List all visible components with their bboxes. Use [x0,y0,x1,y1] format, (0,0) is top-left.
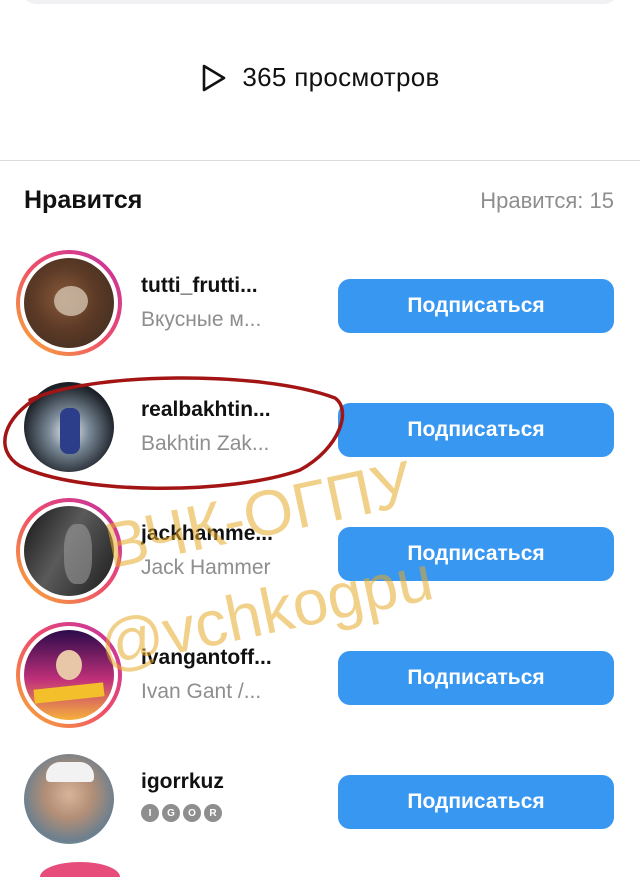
avatar[interactable] [16,250,122,356]
play-icon [200,63,228,93]
divider [0,160,640,161]
follow-button[interactable]: Подписаться [338,651,614,705]
likes-title: Нравится [24,186,143,214]
badge-letter: O [183,804,201,822]
views-row: 365 просмотров [0,62,640,93]
man-photo-icon [24,754,114,844]
avatar[interactable] [16,374,122,480]
list-item: jackhamme... Jack Hammer Подписаться [0,492,640,616]
fullname: Bakhtin Zak... [141,432,270,455]
badge-letter: G [162,804,180,822]
list-item: ivangantoff... Ivan Gant /... Подписатьс… [0,616,640,740]
fullname: Ivan Gant /... [141,680,262,703]
top-input-bar [22,0,618,4]
badge-letter: R [204,804,222,822]
list-item: tutti_frutti... Вкусные м... Подписаться [0,244,640,368]
neon-photo-icon [24,630,114,720]
name-badges: I G O R [141,804,331,822]
follow-button[interactable]: Подписаться [338,775,614,829]
likers-list: tutti_frutti... Вкусные м... Подписаться… [0,244,640,864]
avatar[interactable] [16,622,122,728]
dog-photo-icon [24,258,114,348]
username[interactable]: ivangantoff... [141,646,331,670]
fullname: Вкусные м... [141,308,262,331]
badge-letter: I [141,804,159,822]
username[interactable]: tutti_frutti... [141,274,331,298]
likes-count: Нравится: 15 [480,188,614,213]
next-avatar-peek [40,862,120,877]
follow-button[interactable]: Подписаться [338,279,614,333]
likes-header: Нравится Нравится: 15 [24,186,614,215]
bw-photo-icon [24,506,114,596]
username[interactable]: realbakhtin... [141,398,331,422]
fullname: Jack Hammer [141,556,271,579]
avatar[interactable] [16,498,122,604]
username[interactable]: jackhamme... [141,522,331,546]
list-item: igorrkuz I G O R Подписаться [0,740,640,864]
username[interactable]: igorrkuz [141,770,331,794]
avatar[interactable] [16,746,122,852]
follow-button[interactable]: Подписаться [338,527,614,581]
follow-button[interactable]: Подписаться [338,403,614,457]
boxer-photo-icon [24,382,114,472]
views-count: 365 просмотров [242,62,440,92]
list-item: realbakhtin... Bakhtin Zak... Подписатьс… [0,368,640,492]
